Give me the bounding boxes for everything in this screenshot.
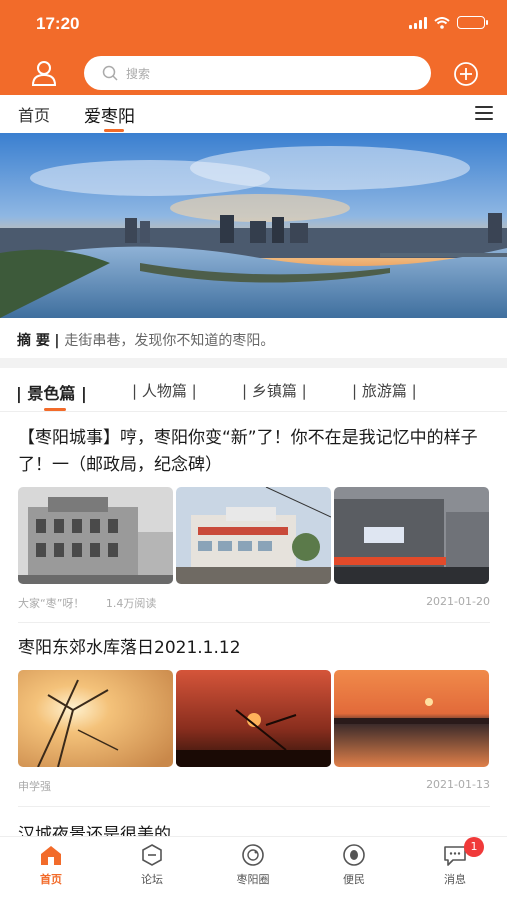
circle-icon — [242, 844, 264, 866]
search-placeholder: 搜索 — [126, 66, 151, 81]
search-input[interactable]: 搜索 — [84, 56, 431, 90]
cellular-signal-icon — [409, 16, 427, 29]
forum-icon — [142, 844, 162, 866]
nav-service-label: 便民 — [343, 873, 365, 886]
search-icon — [102, 65, 118, 81]
nav-service[interactable]: 便民 — [319, 843, 389, 887]
abstract-text: 走街串巷，发现你不知道的枣阳。 — [64, 333, 275, 349]
active-category-indicator — [44, 408, 66, 411]
thumbnail-red-sunset[interactable] — [176, 670, 331, 767]
user-profile-icon[interactable] — [30, 60, 58, 86]
nav-home-label: 首页 — [40, 873, 62, 886]
thumbnail-old-building[interactable] — [18, 487, 173, 584]
tab-ai-zaoyang[interactable]: 爱枣阳 — [84, 102, 135, 127]
message-badge: 1 — [464, 837, 484, 857]
category-scenery[interactable]: | 景色篇 | — [16, 380, 87, 404]
article-title[interactable]: 【枣阳城事】哼，枣阳你变“新”了！你不在是我记忆中的样子了！一（邮政局，纪念碑） — [18, 425, 490, 479]
abstract-label: 摘 要 — [17, 333, 50, 349]
article-date: 2021-01-13 — [426, 778, 490, 791]
service-icon — [343, 844, 365, 866]
nav-forum[interactable]: 论坛 — [117, 843, 187, 887]
article-title-partial[interactable]: 汉城夜景还是很美的 — [18, 820, 171, 836]
active-tab-indicator — [104, 129, 124, 132]
article-author: 大家“枣”呀！ — [18, 597, 85, 610]
section-divider — [0, 358, 507, 368]
bottom-navigation: 首页 论坛 枣阳圈 便民 消息 1 — [0, 836, 507, 900]
article-card[interactable]: 枣阳东郊水库落日2021.1.12 申学强 2021-01-13 — [18, 635, 490, 794]
article-divider — [18, 806, 490, 807]
abstract-separator: | — [54, 333, 65, 349]
article-thumbnails — [18, 670, 490, 767]
article-date: 2021-01-20 — [426, 595, 490, 608]
city-river-panorama — [0, 133, 507, 318]
article-reads: 1.4万阅读 — [105, 597, 157, 610]
add-icon[interactable] — [453, 61, 479, 87]
nav-message[interactable]: 消息 1 — [420, 837, 490, 887]
banner-image[interactable] — [0, 133, 507, 318]
nav-message-label: 消息 — [444, 873, 466, 886]
article-title[interactable]: 枣阳东郊水库落日2021.1.12 — [18, 635, 490, 662]
nav-home[interactable]: 首页 — [16, 843, 86, 887]
status-time: 17:20 — [36, 14, 80, 33]
menu-icon[interactable] — [475, 106, 493, 120]
article-meta: 大家“枣”呀！ 1.4万阅读 2021-01-20 — [18, 595, 490, 611]
status-icons — [409, 16, 488, 29]
article-divider — [18, 622, 490, 623]
app-header: 17:20 搜索 — [0, 0, 507, 95]
category-towns[interactable]: | 乡镇篇 | — [242, 380, 307, 401]
thumbnail-reservoir-sunset[interactable] — [334, 670, 489, 767]
category-travel[interactable]: | 旅游篇 | — [352, 380, 417, 401]
article-card[interactable]: 【枣阳城事】哼，枣阳你变“新”了！你不在是我记忆中的样子了！一（邮政局，纪念碑） — [18, 425, 490, 611]
tab-home[interactable]: 首页 — [18, 102, 50, 126]
abstract: 摘 要 | 走街串巷，发现你不知道的枣阳。 — [0, 318, 507, 358]
article-meta: 申学强 2021-01-13 — [18, 778, 490, 794]
thumbnail-monument-building[interactable] — [334, 487, 489, 584]
nav-circle[interactable]: 枣阳圈 — [218, 843, 288, 887]
article-author: 申学强 — [18, 780, 51, 793]
article-thumbnails — [18, 487, 490, 584]
battery-icon — [457, 16, 488, 29]
nav-forum-label: 论坛 — [141, 873, 163, 886]
nav-circle-label: 枣阳圈 — [236, 873, 270, 886]
category-tabs: | 景色篇 | | 人物篇 | | 乡镇篇 | | 旅游篇 | — [0, 368, 507, 412]
wifi-icon — [434, 16, 450, 29]
thumbnail-sunset-branches[interactable] — [18, 670, 173, 767]
top-tabs: 首页 爱枣阳 — [0, 95, 507, 133]
home-icon — [41, 846, 61, 865]
category-people[interactable]: | 人物篇 | — [132, 380, 197, 401]
thumbnail-post-office[interactable] — [176, 487, 331, 584]
